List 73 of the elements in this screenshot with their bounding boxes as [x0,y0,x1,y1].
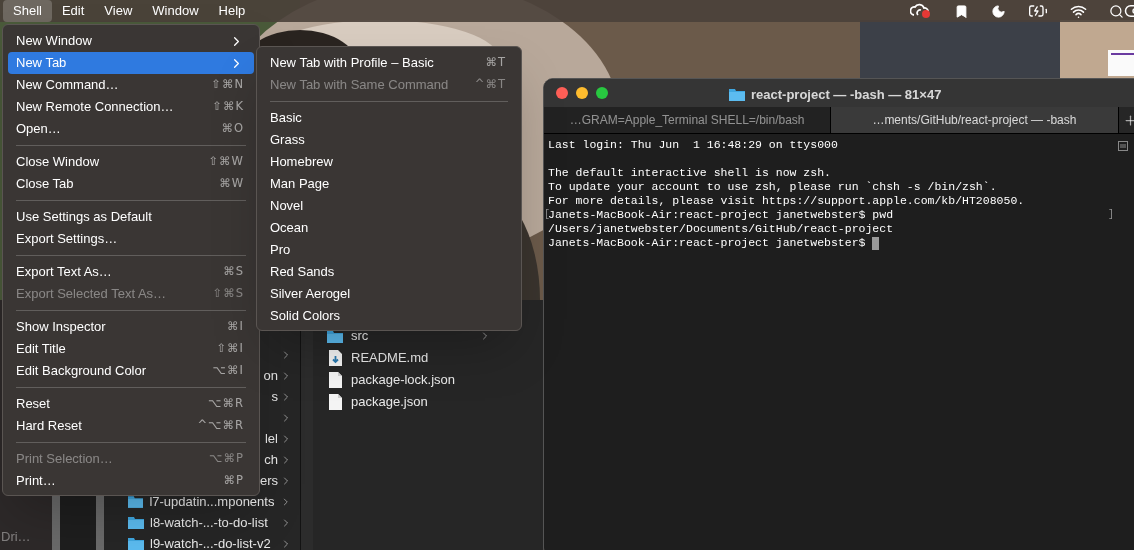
terminal-line: To update your account to use zsh, please run `chsh -s /bin/zsh`. [548,180,997,194]
terminal-line: Janets-MacBook-Air:react-project janetwebster$ [548,236,867,250]
menu-item[interactable]: Homebrew [262,151,516,173]
folder-icon [128,516,144,529]
terminal-line: The default interactive shell is now zsh. [548,166,831,180]
menu-item[interactable]: New Tab with Profile – Basic ⌘T [262,52,516,74]
line-marker: ] [1108,208,1114,222]
menu-item[interactable]: Reset ⌥⌘R [8,393,254,415]
menu-bar-item[interactable]: Window [142,0,209,22]
menu-item[interactable]: Basic [262,107,516,129]
folder-name[interactable]: on [263,365,278,386]
document-icon [328,372,342,388]
menu-item[interactable]: New Command… ⇧⌘N [8,74,254,96]
line-marker: [ [544,208,550,222]
menu-item[interactable]: Man Page [262,173,516,195]
menu-item[interactable]: New Window [8,30,254,52]
folder-icon [128,537,144,550]
menu-bar-item[interactable]: Help [208,0,256,22]
folder-name[interactable]: ch [264,449,278,470]
menu-item[interactable]: Export Text As… ⌘S [8,261,254,283]
minimize-button[interactable] [576,87,588,99]
menu-item[interactable]: Solid Colors [262,305,516,327]
menu-item[interactable]: Show Inspector ⌘I [8,316,254,338]
moon-icon[interactable] [991,3,1006,19]
menu-item[interactable]: Print… ⌘P [8,470,254,492]
close-button[interactable] [556,87,568,99]
menu-item[interactable]: Red Sands [262,261,516,283]
menu-item[interactable]: Edit Title ⇧⌘I [8,338,254,360]
folder-name[interactable]: lel [265,428,278,449]
zoom-button[interactable] [596,87,608,99]
terminal-line: Last login: Thu Jun 1 16:48:29 on ttys000 [548,138,838,152]
creative-cloud-icon[interactable] [910,3,932,19]
folder-icon [729,88,745,102]
document-icon [328,350,342,366]
window-title: react-project — -bash — 81×47 [751,86,942,104]
menu-item[interactable]: Close Tab ⌘W [8,173,254,195]
document-icon [328,394,342,410]
menu-bar-item[interactable]: Edit [51,0,95,22]
menu-item[interactable]: Hard Reset ^⌥⌘R [8,415,254,437]
plus-icon [1122,112,1134,128]
window-thumbnail-icon [1108,50,1134,76]
search-icon[interactable] [1109,3,1124,19]
folder-row[interactable]: l8-watch-...-to-do-list [104,512,292,533]
menu-item[interactable]: Edit Background Color ⌥⌘I [8,360,254,382]
menu-item[interactable]: Pro [262,239,516,261]
menu-bar-item[interactable]: View [94,0,143,22]
menu-item[interactable]: Ocean [262,217,516,239]
menu-item[interactable]: Open… ⌘O [8,118,254,140]
folder-row[interactable]: l7-updatin...mponents [104,491,292,512]
sidebar-item[interactable]: Dri… [0,526,52,546]
menu-item[interactable]: Use Settings as Default [8,206,254,228]
file-row[interactable]: README.md [313,347,491,369]
folder-name[interactable]: ers [259,470,278,491]
terminal-line: For more details, please visit https://support.apple.com/kb/HT208050. [548,194,1025,208]
menu-item[interactable]: Silver Aerogel [262,283,516,305]
scroll-marker-icon[interactable] [1118,141,1128,151]
file-row[interactable]: package.json [313,391,491,413]
menu-item[interactable]: Export Settings… [8,228,254,250]
menu-item[interactable]: New Remote Connection… ⇧⌘K [8,96,254,118]
folder-row[interactable]: l9-watch-...-do-list-v2 [104,533,292,550]
file-row[interactable]: package-lock.json [313,369,491,391]
menu-item[interactable]: Close Window ⇧⌘W [8,151,254,173]
menu-bar-item[interactable]: Shell [3,0,52,22]
terminal-line: Janets-MacBook-Air:react-project janetwebster$ pwd [548,208,894,222]
terminal-line: /Users/janetwebster/Documents/GitHub/react-project [548,222,894,236]
menu-item[interactable]: Novel [262,195,516,217]
folder-icon [128,495,144,508]
folder-name[interactable]: s [271,386,278,407]
terminal-tab[interactable]: …GRAM=Apple_Terminal SHELL=/bin/bash [544,107,832,133]
menu-item[interactable]: Grass [262,129,516,151]
menu-item[interactable]: New Tab [8,52,254,74]
bookmark-icon[interactable] [954,3,969,19]
terminal-tab[interactable]: …ments/GitHub/react-project — -bash [831,107,1119,133]
